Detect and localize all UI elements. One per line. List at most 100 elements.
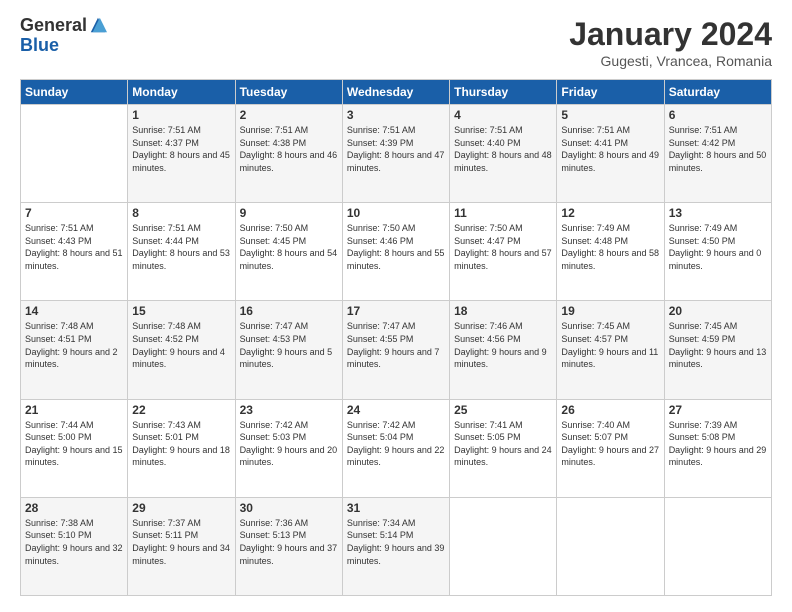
day-number: 15	[132, 304, 230, 318]
day-number: 10	[347, 206, 445, 220]
calendar-cell: 31Sunrise: 7:34 AMSunset: 5:14 PMDayligh…	[342, 497, 449, 595]
day-info: Sunrise: 7:51 AMSunset: 4:37 PMDaylight:…	[132, 124, 230, 174]
calendar-cell: 6 Sunrise: 7:51 AMSunset: 4:42 PMDaylight…	[664, 105, 771, 203]
week-row-1: 1 Sunrise: 7:51 AMSunset: 4:37 PMDaylight…	[21, 105, 772, 203]
week-row-4: 21 Sunrise: 7:44 AMSunset: 5:00 PMDayligh…	[21, 399, 772, 497]
day-info: Sunrise: 7:37 AMSunset: 5:11 PMDaylight:…	[132, 517, 230, 567]
day-info: Sunrise: 7:39 AMSunset: 5:08 PMDaylight:…	[669, 419, 767, 469]
day-number: 9	[240, 206, 338, 220]
day-info: Sunrise: 7:45 AMSunset: 4:59 PMDaylight:…	[669, 320, 767, 370]
day-number: 23	[240, 403, 338, 417]
day-info: Sunrise: 7:42 AMSunset: 5:04 PMDaylight:…	[347, 419, 445, 469]
day-number: 20	[669, 304, 767, 318]
day-info: Sunrise: 7:36 AMSunset: 5:13 PMDaylight:…	[240, 517, 338, 567]
calendar-cell: 26 Sunrise: 7:40 AMSunset: 5:07 PMDayligh…	[557, 399, 664, 497]
calendar-cell: 19 Sunrise: 7:45 AMSunset: 4:57 PMDayligh…	[557, 301, 664, 399]
weekday-header-thursday: Thursday	[450, 80, 557, 105]
weekday-header-tuesday: Tuesday	[235, 80, 342, 105]
calendar-cell: 30 Sunrise: 7:36 AMSunset: 5:13 PMDayligh…	[235, 497, 342, 595]
weekday-header-monday: Monday	[128, 80, 235, 105]
day-info: Sunrise: 7:51 AMSunset: 4:38 PMDaylight:…	[240, 124, 338, 174]
day-info: Sunrise: 7:45 AMSunset: 4:57 PMDaylight:…	[561, 320, 659, 370]
day-info: Sunrise: 7:51 AMSunset: 4:40 PMDaylight:…	[454, 124, 552, 174]
day-number: 6	[669, 108, 767, 122]
day-info: Sunrise: 7:47 AMSunset: 4:53 PMDaylight:…	[240, 320, 338, 370]
day-number: 22	[132, 403, 230, 417]
week-row-2: 7Sunrise: 7:51 AMSunset: 4:43 PMDaylight…	[21, 203, 772, 301]
day-number: 4	[454, 108, 552, 122]
calendar-cell: 21 Sunrise: 7:44 AMSunset: 5:00 PMDayligh…	[21, 399, 128, 497]
day-number: 26	[561, 403, 659, 417]
day-number: 3	[347, 108, 445, 122]
day-info: Sunrise: 7:51 AMSunset: 4:44 PMDaylight:…	[132, 222, 230, 272]
day-info: Sunrise: 7:50 AMSunset: 4:47 PMDaylight:…	[454, 222, 552, 272]
calendar-cell: 23 Sunrise: 7:42 AMSunset: 5:03 PMDayligh…	[235, 399, 342, 497]
calendar-cell: 29 Sunrise: 7:37 AMSunset: 5:11 PMDayligh…	[128, 497, 235, 595]
logo: General Blue	[20, 16, 107, 56]
day-info: Sunrise: 7:34 AMSunset: 5:14 PMDaylight:…	[347, 517, 445, 567]
calendar-cell: 20 Sunrise: 7:45 AMSunset: 4:59 PMDayligh…	[664, 301, 771, 399]
location: Gugesti, Vrancea, Romania	[569, 53, 772, 69]
calendar-cell	[557, 497, 664, 595]
day-info: Sunrise: 7:51 AMSunset: 4:42 PMDaylight:…	[669, 124, 767, 174]
day-number: 12	[561, 206, 659, 220]
calendar-cell: 3 Sunrise: 7:51 AMSunset: 4:39 PMDaylight…	[342, 105, 449, 203]
day-number: 16	[240, 304, 338, 318]
calendar-cell: 18Sunrise: 7:46 AMSunset: 4:56 PMDayligh…	[450, 301, 557, 399]
day-info: Sunrise: 7:48 AMSunset: 4:52 PMDaylight:…	[132, 320, 230, 370]
day-info: Sunrise: 7:47 AMSunset: 4:55 PMDaylight:…	[347, 320, 445, 370]
calendar-cell: 22 Sunrise: 7:43 AMSunset: 5:01 PMDayligh…	[128, 399, 235, 497]
calendar-cell: 1 Sunrise: 7:51 AMSunset: 4:37 PMDaylight…	[128, 105, 235, 203]
calendar-cell: 27Sunrise: 7:39 AMSunset: 5:08 PMDayligh…	[664, 399, 771, 497]
calendar-cell: 25Sunrise: 7:41 AMSunset: 5:05 PMDayligh…	[450, 399, 557, 497]
day-number: 30	[240, 501, 338, 515]
day-number: 8	[132, 206, 230, 220]
day-info: Sunrise: 7:50 AMSunset: 4:46 PMDaylight:…	[347, 222, 445, 272]
day-info: Sunrise: 7:51 AMSunset: 4:39 PMDaylight:…	[347, 124, 445, 174]
calendar-cell	[664, 497, 771, 595]
day-number: 17	[347, 304, 445, 318]
day-number: 21	[25, 403, 123, 417]
day-number: 24	[347, 403, 445, 417]
week-row-3: 14 Sunrise: 7:48 AMSunset: 4:51 PMDayligh…	[21, 301, 772, 399]
calendar-cell: 10 Sunrise: 7:50 AMSunset: 4:46 PMDayligh…	[342, 203, 449, 301]
day-number: 19	[561, 304, 659, 318]
day-number: 29	[132, 501, 230, 515]
day-info: Sunrise: 7:40 AMSunset: 5:07 PMDaylight:…	[561, 419, 659, 469]
day-info: Sunrise: 7:48 AMSunset: 4:51 PMDaylight:…	[25, 320, 123, 370]
day-info: Sunrise: 7:49 AMSunset: 4:48 PMDaylight:…	[561, 222, 659, 272]
calendar-cell: 12 Sunrise: 7:49 AMSunset: 4:48 PMDayligh…	[557, 203, 664, 301]
week-row-5: 28Sunrise: 7:38 AMSunset: 5:10 PMDayligh…	[21, 497, 772, 595]
weekday-header-friday: Friday	[557, 80, 664, 105]
day-number: 5	[561, 108, 659, 122]
day-info: Sunrise: 7:50 AMSunset: 4:45 PMDaylight:…	[240, 222, 338, 272]
day-number: 13	[669, 206, 767, 220]
day-info: Sunrise: 7:42 AMSunset: 5:03 PMDaylight:…	[240, 419, 338, 469]
calendar-cell: 2 Sunrise: 7:51 AMSunset: 4:38 PMDaylight…	[235, 105, 342, 203]
title-block: January 2024 Gugesti, Vrancea, Romania	[569, 16, 772, 69]
calendar-cell: 7Sunrise: 7:51 AMSunset: 4:43 PMDaylight…	[21, 203, 128, 301]
calendar-page: General Blue January 2024 Gugesti, Vranc…	[0, 0, 792, 612]
calendar-cell	[450, 497, 557, 595]
day-number: 14	[25, 304, 123, 318]
calendar-cell: 28Sunrise: 7:38 AMSunset: 5:10 PMDayligh…	[21, 497, 128, 595]
calendar-cell: 9 Sunrise: 7:50 AMSunset: 4:45 PMDaylight…	[235, 203, 342, 301]
weekday-header-saturday: Saturday	[664, 80, 771, 105]
calendar-cell: 14 Sunrise: 7:48 AMSunset: 4:51 PMDayligh…	[21, 301, 128, 399]
calendar-body: 1 Sunrise: 7:51 AMSunset: 4:37 PMDaylight…	[21, 105, 772, 596]
weekday-header-wednesday: Wednesday	[342, 80, 449, 105]
logo-icon	[89, 16, 107, 34]
calendar-cell: 13Sunrise: 7:49 AMSunset: 4:50 PMDayligh…	[664, 203, 771, 301]
logo-text: General Blue	[20, 16, 107, 56]
day-info: Sunrise: 7:44 AMSunset: 5:00 PMDaylight:…	[25, 419, 123, 469]
day-info: Sunrise: 7:43 AMSunset: 5:01 PMDaylight:…	[132, 419, 230, 469]
day-number: 7	[25, 206, 123, 220]
day-number: 11	[454, 206, 552, 220]
day-info: Sunrise: 7:46 AMSunset: 4:56 PMDaylight:…	[454, 320, 552, 370]
calendar-cell	[21, 105, 128, 203]
calendar-cell: 4 Sunrise: 7:51 AMSunset: 4:40 PMDaylight…	[450, 105, 557, 203]
day-number: 28	[25, 501, 123, 515]
day-number: 2	[240, 108, 338, 122]
calendar-cell: 24 Sunrise: 7:42 AMSunset: 5:04 PMDayligh…	[342, 399, 449, 497]
day-number: 1	[132, 108, 230, 122]
